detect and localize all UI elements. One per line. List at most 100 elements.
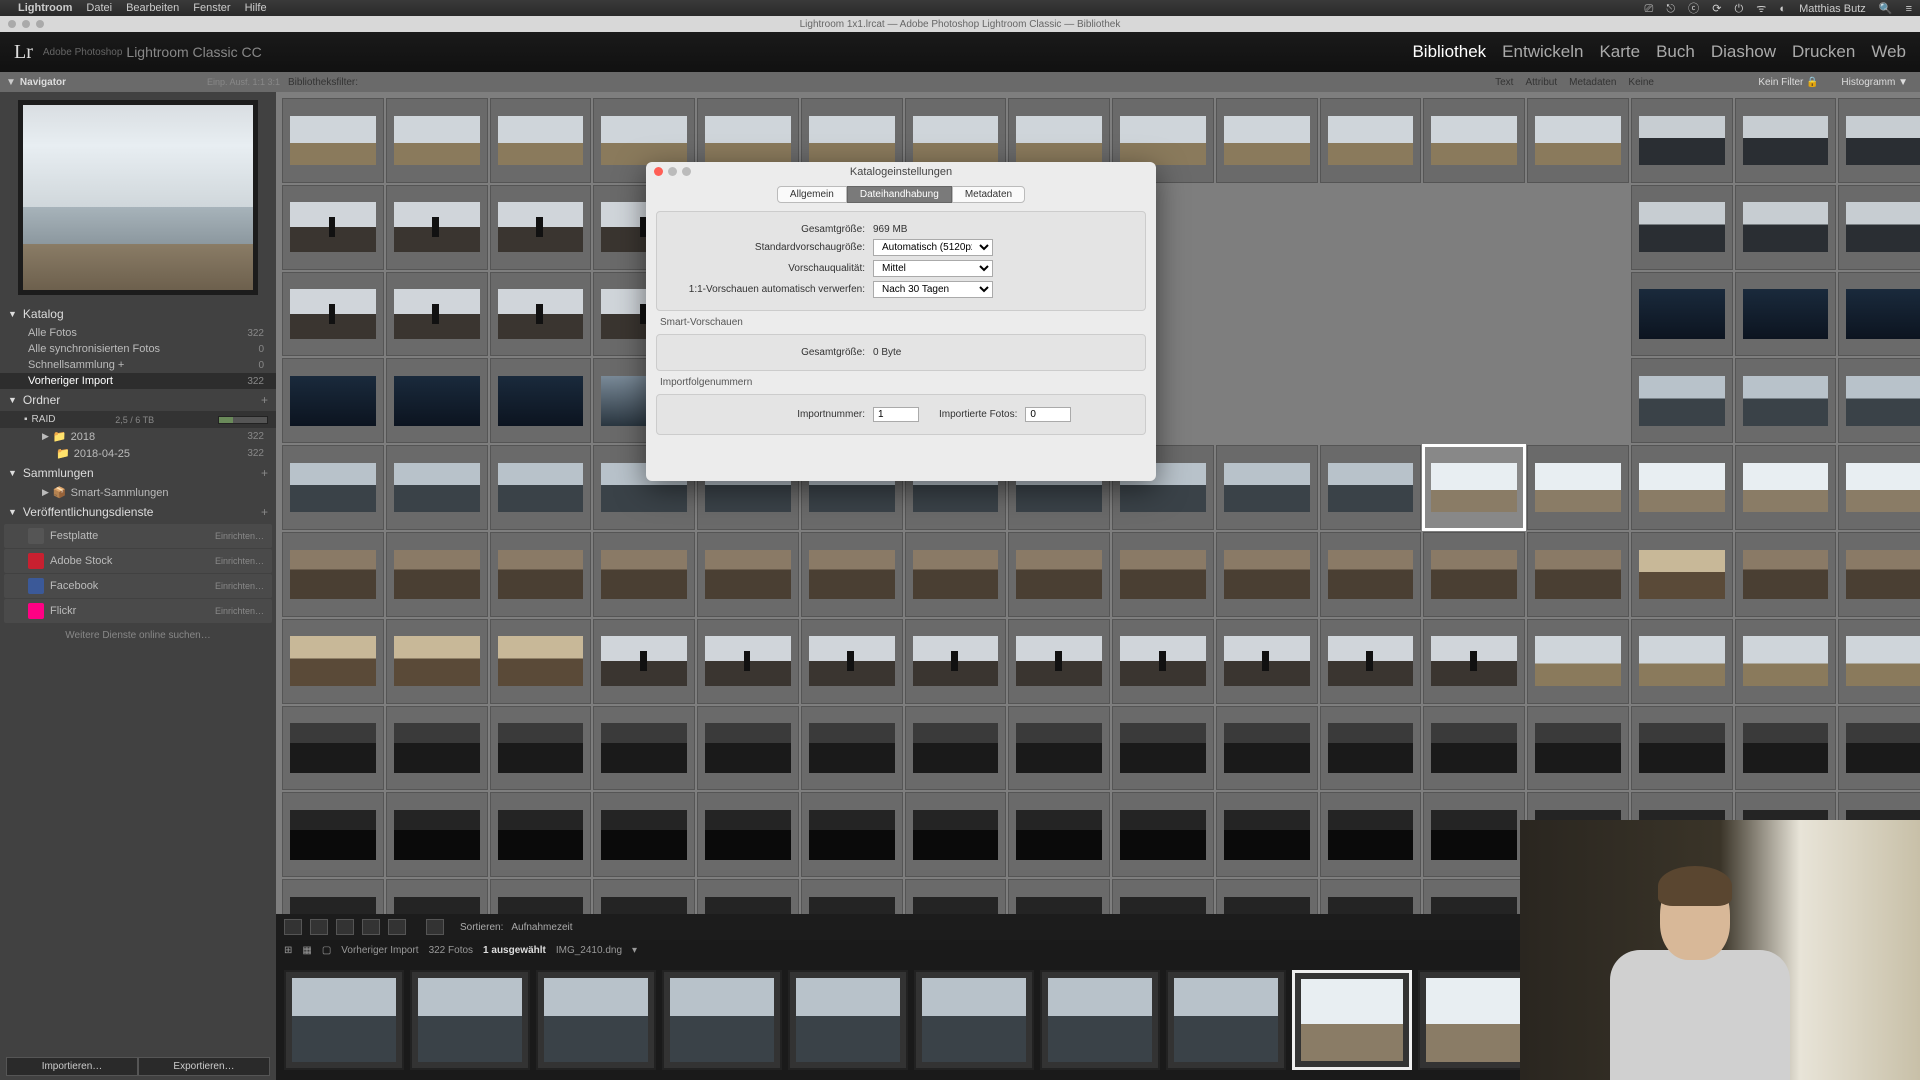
thumbnail[interactable] <box>1423 792 1525 877</box>
online-search-link[interactable]: Weitere Dienste online suchen… <box>0 624 276 647</box>
menu-icon[interactable]: ≡ <box>1906 3 1912 15</box>
thumbnail[interactable] <box>1838 619 1920 704</box>
thumbnail[interactable] <box>1527 619 1629 704</box>
dialog-tab[interactable]: Allgemein <box>777 186 847 203</box>
imported-photos-input[interactable] <box>1025 407 1071 422</box>
disclosure-icon[interactable]: ▼ <box>1898 77 1908 88</box>
thumbnail[interactable] <box>1320 532 1422 617</box>
disclosure-icon[interactable]: ▶ <box>42 487 49 498</box>
setup-link[interactable]: Einrichten… <box>215 581 264 591</box>
thumbnail[interactable] <box>1838 185 1920 270</box>
thumbnail[interactable] <box>282 98 384 183</box>
discard-select[interactable]: Nach 30 Tagen <box>873 281 993 298</box>
filter-tab[interactable]: Attribut <box>1525 77 1557 88</box>
setup-link[interactable]: Einrichten… <box>215 531 264 541</box>
window-controls[interactable] <box>8 20 44 28</box>
lock-icon[interactable]: 🔒 <box>1806 77 1818 88</box>
status-icon[interactable]: ◐ <box>1779 3 1786 15</box>
thumbnail[interactable] <box>1735 706 1837 791</box>
thumbnail[interactable] <box>386 879 488 914</box>
status-icon[interactable]: ᯤ <box>1756 3 1766 15</box>
thumbnail[interactable] <box>1216 532 1318 617</box>
thumbnail[interactable] <box>697 792 799 877</box>
thumbnail[interactable] <box>1631 445 1733 530</box>
filter-tab[interactable]: Keine <box>1628 77 1654 88</box>
thumbnail[interactable] <box>1838 445 1920 530</box>
thumbnail[interactable] <box>1631 185 1733 270</box>
module-tab[interactable]: Buch <box>1656 42 1695 62</box>
thumbnail[interactable] <box>1631 272 1733 357</box>
thumbnail[interactable] <box>1008 619 1110 704</box>
thumbnail[interactable] <box>593 532 695 617</box>
thumbnail[interactable] <box>282 185 384 270</box>
thumbnail[interactable] <box>386 185 488 270</box>
folder-row[interactable]: ▶ 📁 2018 322 <box>0 428 276 445</box>
module-tab[interactable]: Web <box>1871 42 1906 62</box>
dialog-tab[interactable]: Dateihandhabung <box>847 186 952 203</box>
thumbnail[interactable] <box>282 358 384 443</box>
thumbnail[interactable] <box>490 706 592 791</box>
thumbnail[interactable] <box>490 619 592 704</box>
thumbnail[interactable] <box>1735 619 1837 704</box>
navigator-preview[interactable] <box>18 100 258 295</box>
grid-view-icon[interactable] <box>284 919 302 935</box>
thumbnail[interactable] <box>490 358 592 443</box>
thumbnail[interactable] <box>1735 445 1837 530</box>
thumbnail[interactable] <box>905 532 1007 617</box>
thumbnail[interactable] <box>593 706 695 791</box>
paint-icon[interactable] <box>426 919 444 935</box>
dialog-tab[interactable]: Metadaten <box>952 186 1025 203</box>
thumbnail[interactable] <box>1216 792 1318 877</box>
filmstrip-thumb[interactable] <box>914 970 1034 1070</box>
filmstrip-thumb[interactable] <box>1292 970 1412 1070</box>
filter-tab[interactable]: Text <box>1495 77 1513 88</box>
thumbnail[interactable] <box>1631 98 1733 183</box>
thumbnail[interactable] <box>1320 879 1422 914</box>
thumbnail[interactable] <box>1838 358 1920 443</box>
spotlight-icon[interactable]: 🔍 <box>1879 3 1893 15</box>
thumbnail[interactable] <box>1631 619 1733 704</box>
thumbnail[interactable] <box>1527 706 1629 791</box>
menubar-user[interactable]: Matthias Butz <box>1799 3 1866 15</box>
thumbnail[interactable] <box>282 619 384 704</box>
thumbnail[interactable] <box>697 706 799 791</box>
filmstrip-thumb[interactable] <box>1040 970 1160 1070</box>
thumbnail[interactable] <box>1008 879 1110 914</box>
thumbnail[interactable] <box>1423 98 1525 183</box>
thumbnail[interactable] <box>1527 532 1629 617</box>
thumbnail[interactable] <box>1008 792 1110 877</box>
filmstrip-thumb[interactable] <box>536 970 656 1070</box>
setup-link[interactable]: Einrichten… <box>215 606 264 616</box>
thumbnail[interactable] <box>801 619 903 704</box>
thumbnail[interactable] <box>282 792 384 877</box>
status-icon[interactable]: ⟳ <box>1712 3 1721 15</box>
thumbnail[interactable] <box>905 706 1007 791</box>
thumbnail[interactable] <box>1320 98 1422 183</box>
module-tab[interactable]: Karte <box>1599 42 1640 62</box>
publish-service-row[interactable]: Adobe StockEinrichten… <box>4 549 272 573</box>
catalog-row[interactable]: Alle synchronisierten Fotos0 <box>0 341 276 357</box>
thumbnail[interactable] <box>1216 445 1318 530</box>
status-icon[interactable]: ⎋ <box>1666 3 1675 15</box>
thumbnail[interactable] <box>386 98 488 183</box>
filmstrip-thumb[interactable] <box>410 970 530 1070</box>
thumbnail[interactable] <box>386 272 488 357</box>
dialog-window-controls[interactable] <box>654 167 691 176</box>
thumbnail[interactable] <box>386 532 488 617</box>
thumbnail[interactable] <box>1838 706 1920 791</box>
add-icon[interactable]: + <box>261 393 268 407</box>
thumbnail[interactable] <box>490 98 592 183</box>
quality-select[interactable]: Mittel <box>873 260 993 277</box>
publish-service-row[interactable]: FacebookEinrichten… <box>4 574 272 598</box>
filter-tab[interactable]: Metadaten <box>1569 77 1616 88</box>
people-view-icon[interactable] <box>388 919 406 935</box>
thumbnail[interactable] <box>1112 532 1214 617</box>
import-button[interactable]: Importieren… <box>6 1057 138 1076</box>
sort-value[interactable]: Aufnahmezeit <box>511 922 572 933</box>
thumbnail[interactable] <box>1735 358 1837 443</box>
disclosure-icon[interactable]: ▼ <box>8 309 17 319</box>
catalog-header[interactable]: ▼ Katalog <box>0 303 276 325</box>
thumbnail[interactable] <box>490 185 592 270</box>
view-mode-icon[interactable]: ⊞ <box>284 945 292 956</box>
drive-row[interactable]: ▪ RAID 2,5 / 6 TB <box>0 411 276 428</box>
